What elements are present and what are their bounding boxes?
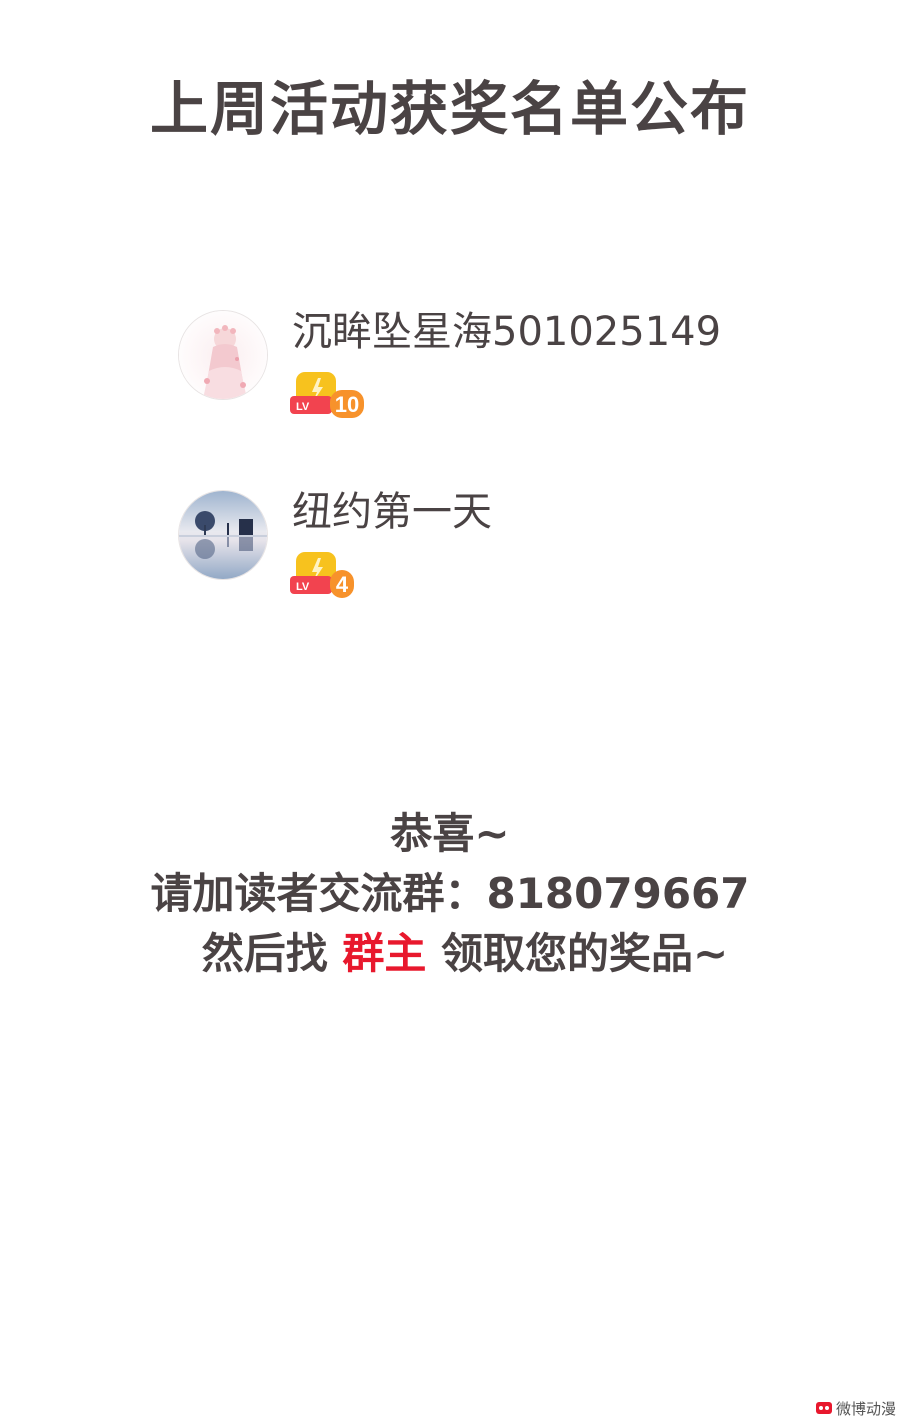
avatar[interactable] (178, 310, 268, 400)
level-label: LV (296, 401, 310, 413)
group-owner-highlight: 群主 (342, 929, 427, 978)
level-badge: LV 4 (290, 550, 356, 600)
prize-claim-text: 然后找 群主 领取您的奖品~ (0, 920, 900, 981)
prize-claim-prefix: 然后找 (201, 929, 343, 978)
username[interactable]: 沉眸坠星海501025149 (292, 308, 721, 356)
level-number: 10 (335, 392, 359, 417)
username[interactable]: 纽约第一天 (292, 488, 492, 536)
weibo-comic-logo-icon (815, 1402, 832, 1414)
level-number: 4 (336, 572, 349, 597)
page-title: 上周活动获奖名单公布 (149, 75, 750, 143)
avatar[interactable] (178, 490, 268, 580)
level-badge: LV 10 (290, 370, 366, 420)
winner-row[interactable]: 沉眸坠星海501025149 LV 10 (178, 308, 818, 428)
level-label: LV (296, 581, 310, 593)
winner-row[interactable]: 纽约第一天 LV 4 (178, 488, 818, 608)
congratulations-text: 恭喜~ (390, 809, 510, 858)
watermark-text: 微博动漫 (835, 1399, 896, 1418)
prize-claim-suffix: 领取您的奖品~ (426, 929, 729, 978)
group-invite-text: 请加读者交流群：818079667 (150, 869, 750, 918)
watermark: 微博动漫 (814, 1397, 896, 1419)
